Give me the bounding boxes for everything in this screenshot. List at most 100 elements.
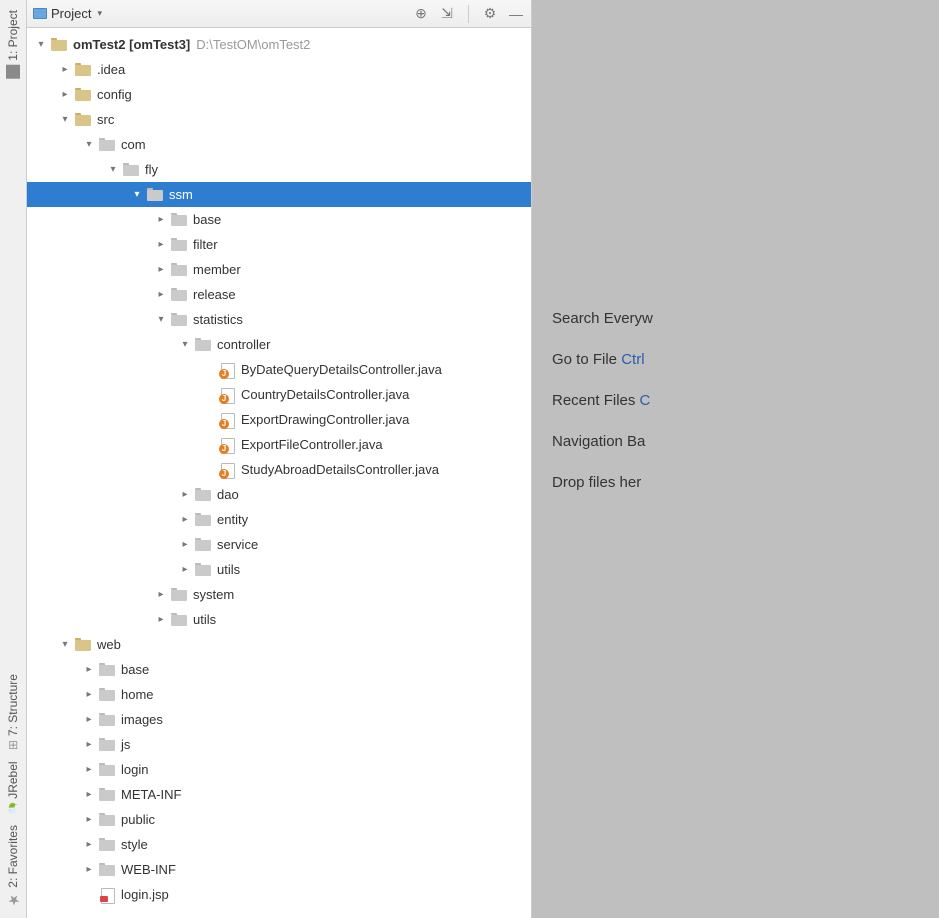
java-file-icon [219,362,235,378]
expand-right-icon[interactable]: ▸ [83,814,95,826]
folder-icon [147,188,163,201]
tree-row[interactable]: ▸ entity [27,507,531,532]
view-mode-dropdown[interactable]: Project ▾ [33,6,102,21]
folder-icon [171,213,187,226]
tree-row[interactable]: ▸utils [27,607,531,632]
tree-row[interactable]: ▸ images [27,707,531,732]
tree-row[interactable]: ▾ fly [27,157,531,182]
tree-node-label: ExportFileController.java [241,437,383,452]
tree-node-label: config [97,87,132,102]
tree-row[interactable]: ▾ ssm [27,182,531,207]
tree-row[interactable]: ▾statistics [27,307,531,332]
tree-row[interactable]: ▸ config [27,82,531,107]
favorites-gutter-icon: ★ [5,892,21,908]
tree-row[interactable]: ▸release [27,282,531,307]
expand-right-icon[interactable]: ▸ [155,239,167,251]
tree-node-label: filter [193,237,218,252]
scroll-from-source-icon[interactable]: ⊕ [412,5,430,23]
project-tree[interactable]: ▾ omTest2 [omTest3]D:\TestOM\omTest2 ▸.ide… [27,28,531,918]
project-gutter-icon [6,65,20,79]
tree-row[interactable]: ▸META-INF [27,782,531,807]
expand-down-icon[interactable]: ▾ [179,339,191,351]
jsp-file-icon [99,887,115,903]
tree-row[interactable]: ▸base [27,657,531,682]
tree-row[interactable]: ▸ByDateQueryDetailsController.java [27,357,531,382]
folder-icon [99,713,115,726]
gutter-tab-structure[interactable]: ⊞ 7: Structure [4,670,22,754]
tree-row[interactable]: ▸home [27,682,531,707]
tree-row[interactable]: ▸ WEB-INF [27,857,531,882]
gear-icon[interactable]: ⚙ [481,5,499,23]
tree-row[interactable]: ▸system [27,582,531,607]
gutter-tab-favorites[interactable]: ★ 2: Favorites [3,821,23,912]
expand-down-icon[interactable]: ▾ [59,639,71,651]
folder-icon [51,38,67,51]
tree-row[interactable]: ▸utils [27,557,531,582]
tree-row[interactable]: ▾src [27,107,531,132]
tree-node-label: base [193,212,221,227]
tree-node-label: omTest2 [omTest3]D:\TestOM\omTest2 [73,37,310,52]
tree-node-label: images [121,712,163,727]
expand-down-icon[interactable]: ▾ [35,39,47,51]
expand-right-icon[interactable]: ▸ [83,689,95,701]
folder-icon [99,788,115,801]
expand-right-icon[interactable]: ▸ [83,764,95,776]
expand-right-icon[interactable]: ▸ [155,289,167,301]
tree-node-label: ssm [169,187,193,202]
expand-right-icon[interactable]: ▸ [179,514,191,526]
folder-icon [195,563,211,576]
gutter-tab-project[interactable]: 1: Project [4,6,22,83]
gutter-label: 2: Favorites [6,825,20,888]
tree-row[interactable]: ▸dao [27,482,531,507]
gutter-tab-jrebel[interactable]: 🍃 JRebel [4,757,22,820]
tree-row[interactable]: ▸style [27,832,531,857]
expand-right-icon[interactable]: ▸ [83,864,95,876]
tree-row[interactable]: ▸CountryDetailsController.java [27,382,531,407]
expand-right-icon[interactable]: ▸ [155,614,167,626]
tree-row[interactable]: ▸StudyAbroadDetailsController.java [27,457,531,482]
expand-right-icon[interactable]: ▸ [83,739,95,751]
expand-down-icon[interactable]: ▾ [83,139,95,151]
tree-row[interactable]: ▸ExportFileController.java [27,432,531,457]
expand-right-icon[interactable]: ▸ [83,789,95,801]
tree-row[interactable]: ▾ omTest2 [omTest3]D:\TestOM\omTest2 [27,32,531,57]
folder-icon [99,688,115,701]
collapse-all-icon[interactable]: ⇲ [438,5,456,23]
expand-right-icon[interactable]: ▸ [155,264,167,276]
tree-row[interactable]: ▸member [27,257,531,282]
tree-row[interactable]: ▸ExportDrawingController.java [27,407,531,432]
tree-node-label: ExportDrawingController.java [241,412,409,427]
tree-node-label: WEB-INF [121,862,176,877]
expand-right-icon[interactable]: ▸ [83,839,95,851]
expand-right-icon[interactable]: ▸ [59,89,71,101]
tree-row[interactable]: ▸login.jsp [27,882,531,907]
expand-down-icon[interactable]: ▾ [59,114,71,126]
tree-node-label: entity [217,512,248,527]
expand-right-icon[interactable]: ▸ [83,664,95,676]
expand-right-icon[interactable]: ▸ [179,564,191,576]
tree-row[interactable]: ▸js [27,732,531,757]
editor-empty-area[interactable]: Search EverywGo to File CtrlRecent Files… [532,0,939,918]
editor-hint: Recent Files C [552,392,919,409]
tree-row[interactable]: ▸service [27,532,531,557]
expand-right-icon[interactable]: ▸ [179,489,191,501]
expand-down-icon[interactable]: ▾ [131,189,143,201]
tree-row[interactable]: ▸public [27,807,531,832]
tree-row[interactable]: ▸.idea [27,57,531,82]
tree-row[interactable]: ▸ base [27,207,531,232]
folder-icon [99,863,115,876]
tree-row[interactable]: ▾web [27,632,531,657]
expand-right-icon[interactable]: ▸ [155,589,167,601]
tree-row[interactable]: ▾controller [27,332,531,357]
expand-down-icon[interactable]: ▾ [107,164,119,176]
expand-right-icon[interactable]: ▸ [179,539,191,551]
minimize-icon[interactable]: — [507,5,525,23]
expand-down-icon[interactable]: ▾ [155,314,167,326]
expand-right-icon[interactable]: ▸ [155,214,167,226]
tree-row[interactable]: ▸ filter [27,232,531,257]
tree-row[interactable]: ▾com [27,132,531,157]
expand-right-icon[interactable]: ▸ [59,64,71,76]
expand-right-icon[interactable]: ▸ [83,714,95,726]
tree-row[interactable]: ▸login [27,757,531,782]
tree-node-label: fly [145,162,158,177]
